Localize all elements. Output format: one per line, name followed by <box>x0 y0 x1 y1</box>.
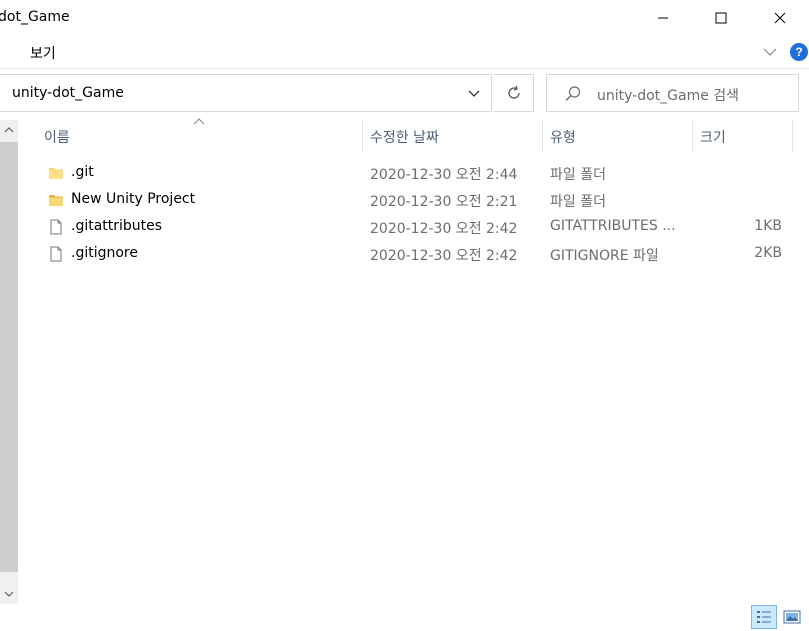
file-date: 2020-12-30 오전 2:21 <box>370 194 518 210</box>
details-view-button[interactable] <box>751 605 777 629</box>
column-header-name-label: 이름 <box>44 130 70 146</box>
details-view-icon <box>757 611 771 623</box>
file-name: New Unity Project <box>71 191 196 207</box>
file-type: 파일 폴더 <box>550 167 606 183</box>
divider <box>0 68 809 69</box>
scroll-up-button[interactable] <box>0 120 18 140</box>
file-type: 파일 폴더 <box>550 194 606 210</box>
file-icon <box>50 246 62 262</box>
chevron-up-icon <box>4 127 14 133</box>
large-icons-view-button[interactable] <box>781 607 803 627</box>
column-header-size[interactable]: 크기 <box>693 120 792 152</box>
list-item[interactable]: .gitattributes 2020-12-30 오전 2:42 GITATT… <box>40 214 792 241</box>
scroll-down-button[interactable] <box>0 584 18 604</box>
close-button[interactable] <box>757 0 803 36</box>
column-header-date-label: 수정한 날짜 <box>370 130 439 146</box>
minimize-icon <box>658 17 668 19</box>
file-name: .gitignore <box>71 245 138 261</box>
maximize-button[interactable] <box>698 0 744 36</box>
address-bar[interactable]: unity-dot_Game <box>0 74 492 112</box>
minimize-button[interactable] <box>640 0 686 36</box>
refresh-button[interactable] <box>494 74 534 112</box>
file-name: .gitattributes <box>71 218 163 234</box>
search-icon <box>565 86 581 101</box>
close-icon <box>774 12 786 24</box>
file-type: GITIGNORE 파일 <box>550 248 659 264</box>
title-bar: dot_Game <box>0 0 809 36</box>
column-header-type[interactable]: 유형 <box>543 120 692 152</box>
column-header-name[interactable]: 이름 <box>40 120 362 152</box>
file-size: 1KB <box>754 218 782 234</box>
file-size: 2KB <box>754 245 782 261</box>
column-header-date[interactable]: 수정한 날짜 <box>363 120 542 152</box>
address-path[interactable]: unity-dot_Game <box>12 85 124 101</box>
file-name: .git <box>71 164 94 180</box>
file-date: 2020-12-30 오전 2:42 <box>370 248 518 264</box>
scroll-thumb[interactable] <box>0 142 18 572</box>
large-icons-view-icon <box>783 610 801 624</box>
list-item[interactable]: .gitignore 2020-12-30 오전 2:42 GITIGNORE … <box>40 241 792 268</box>
chevron-down-icon <box>4 591 14 597</box>
list-item[interactable]: .git 2020-12-30 오전 2:44 파일 폴더 <box>40 160 792 187</box>
chevron-down-icon <box>468 90 480 97</box>
menu-bar: 보기 <box>0 36 809 68</box>
address-history-button[interactable] <box>465 86 483 102</box>
vertical-scrollbar[interactable] <box>0 120 18 604</box>
file-type: GITATTRIBUTES ... <box>550 218 676 234</box>
list-item[interactable]: New Unity Project 2020-12-30 오전 2:21 파일 … <box>40 187 792 214</box>
menu-view[interactable]: 보기 <box>30 43 56 63</box>
window-title: dot_Game <box>0 9 70 25</box>
refresh-icon <box>507 85 520 99</box>
help-button[interactable]: ? <box>790 43 808 61</box>
ribbon-expand-button[interactable] <box>762 44 778 60</box>
file-date: 2020-12-30 오전 2:42 <box>370 221 518 237</box>
folder-icon <box>49 195 63 206</box>
search-placeholder: unity-dot_Game 검색 <box>597 88 740 104</box>
column-header-size-label: 크기 <box>700 130 726 146</box>
folder-icon <box>49 168 63 179</box>
maximize-icon <box>715 12 727 24</box>
column-header-type-label: 유형 <box>550 130 576 146</box>
file-date: 2020-12-30 오전 2:44 <box>370 167 518 183</box>
file-icon <box>50 219 62 235</box>
column-divider[interactable] <box>792 120 793 152</box>
search-input[interactable]: unity-dot_Game 검색 <box>546 74 799 112</box>
chevron-down-icon <box>763 48 777 56</box>
